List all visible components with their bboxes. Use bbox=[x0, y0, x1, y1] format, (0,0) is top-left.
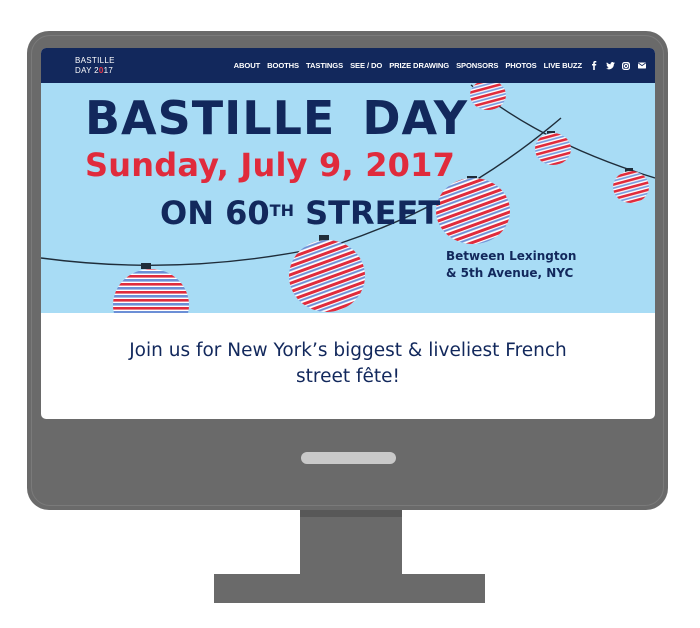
email-icon[interactable] bbox=[638, 62, 646, 69]
lantern-6 bbox=[113, 263, 189, 313]
twitter-icon[interactable] bbox=[606, 61, 615, 70]
lantern-2 bbox=[535, 131, 571, 165]
nav-menu: ABOUT BOOTHS TASTINGS SEE / DO PRIZE DRA… bbox=[227, 48, 646, 83]
lantern-3 bbox=[613, 168, 649, 203]
logo-line1: BASTILLE bbox=[75, 56, 115, 65]
hero-title: BASTILLE DAY bbox=[85, 91, 469, 145]
logo-line2: DAY 2017 bbox=[75, 65, 114, 75]
tagline: Join us for New York’s biggest & livelie… bbox=[129, 340, 567, 387]
lantern-5 bbox=[289, 235, 365, 312]
instagram-icon[interactable] bbox=[622, 61, 630, 70]
nav-photos[interactable]: PHOTOS bbox=[505, 61, 536, 70]
location-line2: & 5th Avenue, NYC bbox=[446, 266, 574, 280]
monitor-stand-shadow bbox=[300, 510, 402, 517]
nav-live-buzz[interactable]: LIVE BUZZ bbox=[544, 61, 582, 70]
nav-about[interactable]: ABOUT bbox=[234, 61, 261, 70]
site-logo[interactable]: BASTILLE DAY 2017 bbox=[75, 56, 115, 75]
event-street: ON 60TH STREET bbox=[160, 194, 441, 232]
lantern-1 bbox=[470, 83, 506, 110]
location-line1: Between Lexington bbox=[446, 249, 577, 263]
monitor-screen: BASTILLE DAY 2017 ABOUT BOOTHS TASTINGS … bbox=[41, 48, 655, 419]
site-navbar: BASTILLE DAY 2017 ABOUT BOOTHS TASTINGS … bbox=[41, 48, 655, 83]
facebook-icon[interactable] bbox=[590, 61, 598, 70]
event-location: Between Lexington & 5th Avenue, NYC bbox=[446, 248, 586, 282]
nav-prize-drawing[interactable]: PRIZE DRAWING bbox=[389, 61, 449, 70]
monitor-stand-neck bbox=[300, 510, 402, 574]
nav-tastings[interactable]: TASTINGS bbox=[306, 61, 343, 70]
nav-booths[interactable]: BOOTHS bbox=[267, 61, 299, 70]
monitor-stand-base bbox=[214, 574, 485, 603]
nav-see-do[interactable]: SEE / DO bbox=[350, 61, 382, 70]
nav-sponsors[interactable]: SPONSORS bbox=[456, 61, 498, 70]
monitor-slot bbox=[301, 452, 396, 464]
hero-banner: BASTILLE DAY Sunday, July 9, 2017 ON 60T… bbox=[41, 83, 655, 313]
lantern-4 bbox=[436, 176, 510, 244]
event-date: Sunday, July 9, 2017 bbox=[85, 146, 456, 184]
